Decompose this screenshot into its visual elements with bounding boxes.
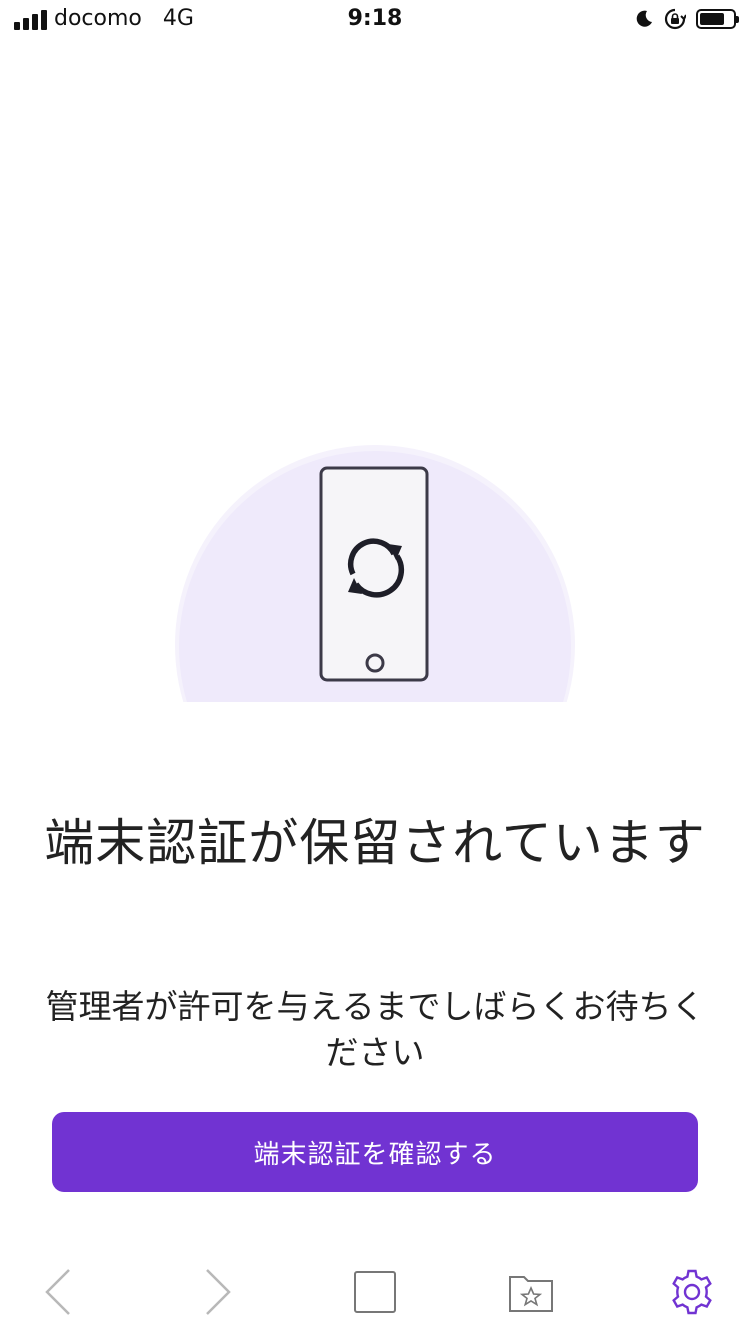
forward-icon bbox=[206, 1269, 231, 1315]
status-icons bbox=[634, 8, 739, 30]
battery-fill bbox=[700, 13, 724, 25]
bottom-toolbar bbox=[0, 1250, 750, 1334]
settings-button[interactable] bbox=[664, 1264, 720, 1320]
battery-icon bbox=[696, 9, 739, 29]
page-subtitle: 管理者が許可を与えるまでしばらくお待ちください bbox=[45, 987, 705, 1072]
confirm-device-auth-button[interactable]: 端末認証を確認する bbox=[52, 1112, 698, 1192]
phone-icon bbox=[319, 466, 429, 682]
back-icon bbox=[45, 1269, 70, 1315]
tabs-icon bbox=[354, 1271, 396, 1313]
tabs-button[interactable] bbox=[347, 1264, 403, 1320]
forward-button[interactable] bbox=[190, 1264, 246, 1320]
page-title: 端末認証が保留されています bbox=[44, 814, 706, 872]
status-bar: docomo 4G 9:18 bbox=[0, 0, 750, 40]
back-button[interactable] bbox=[30, 1264, 86, 1320]
bookmark-folder-icon bbox=[509, 1276, 553, 1312]
rotation-lock-icon bbox=[664, 8, 686, 30]
settings-icon bbox=[672, 1269, 712, 1315]
bookmarks-button[interactable] bbox=[503, 1264, 559, 1320]
pending-illustration bbox=[170, 440, 580, 702]
moon-icon bbox=[636, 10, 652, 27]
